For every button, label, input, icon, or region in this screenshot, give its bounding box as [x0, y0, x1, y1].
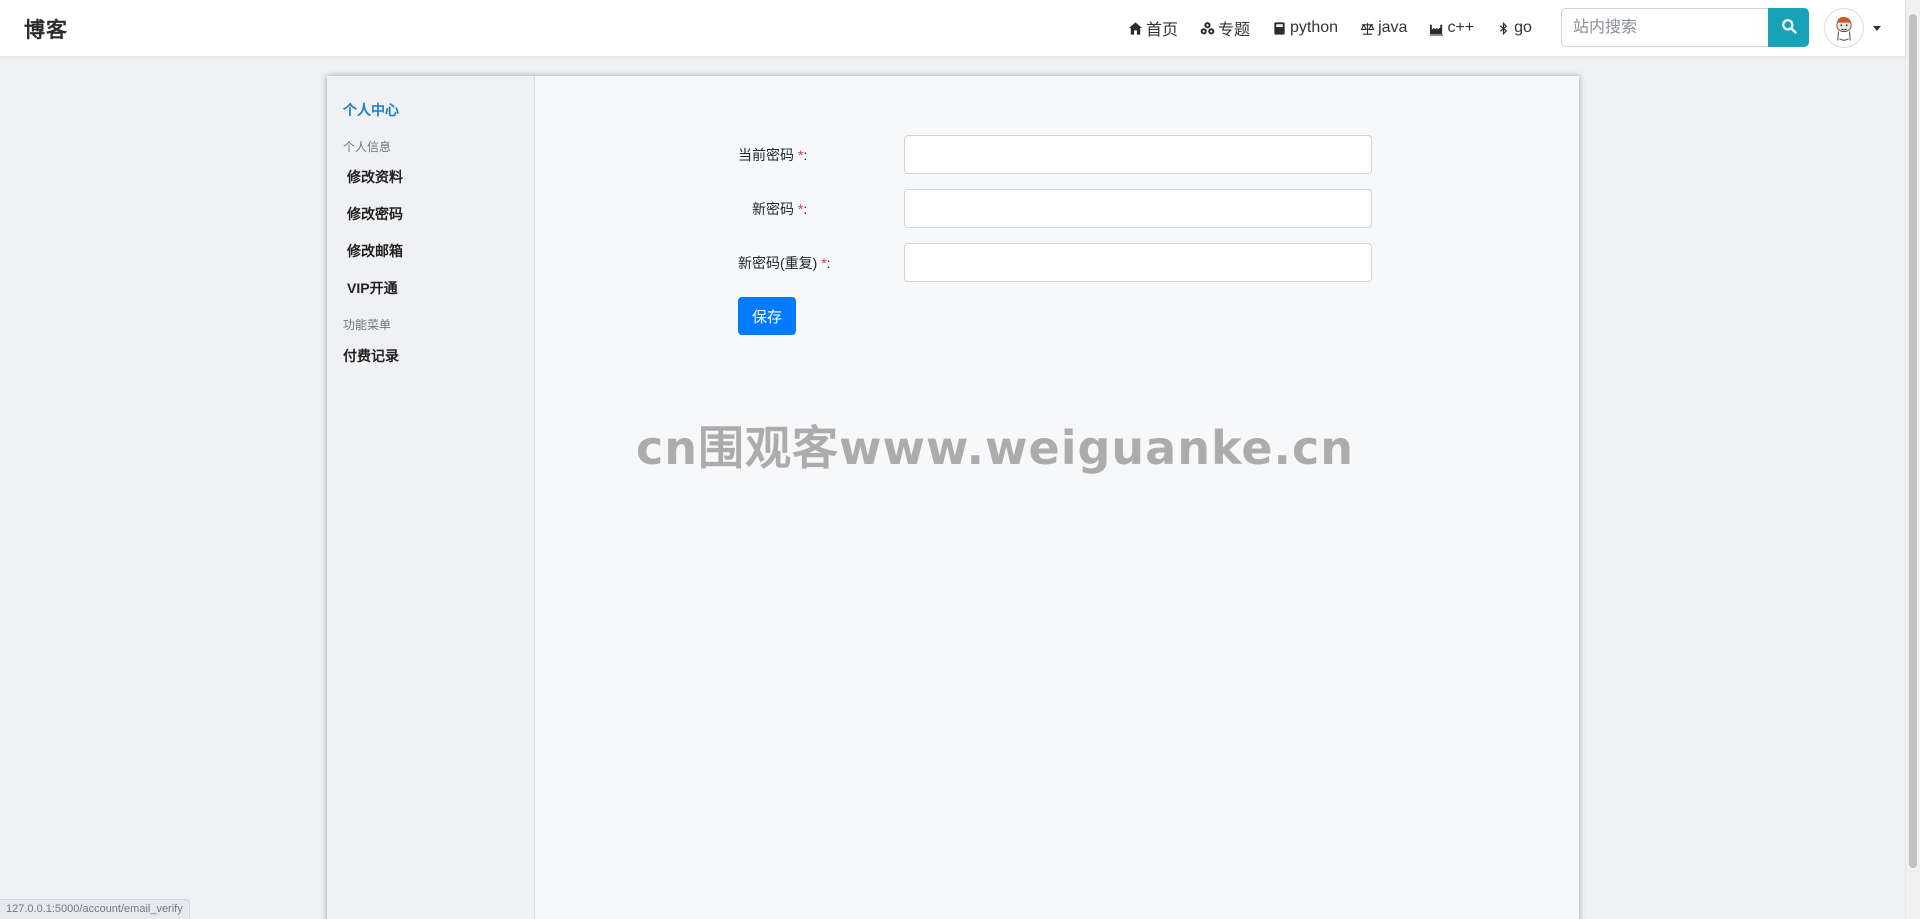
new-password-label: 新密码 *:: [752, 199, 807, 219]
scrollbar-thumb[interactable]: [1909, 14, 1917, 868]
label-text: 当前密码: [738, 147, 794, 163]
current-password-input[interactable]: [904, 135, 1372, 174]
label-colon: :: [803, 147, 808, 163]
avatar-image: [1836, 16, 1852, 41]
sidebar-item-change-password[interactable]: 修改密码: [347, 204, 403, 224]
nav-link-label: java: [1378, 19, 1408, 36]
nav-link-label: c++: [1447, 19, 1475, 36]
nav-link-label: 首页: [1146, 22, 1179, 39]
change-password-form: 当前密码 *: 新密码 *: 新密码(重复) *: 保存: [535, 76, 1579, 919]
nav-link-java[interactable]: java: [1360, 19, 1407, 37]
nav-link-label: python: [1290, 19, 1339, 36]
balance-scale-icon: [1360, 21, 1375, 36]
page-scrollbar[interactable]: [1905, 0, 1920, 919]
nav-link-label: 专题: [1218, 22, 1251, 39]
account-sidebar: 个人中心 个人信息 修改资料 修改密码 修改邮箱 VIP开通 功能菜单 付费记录: [327, 76, 535, 919]
label-colon: :: [826, 255, 831, 271]
home-icon: [1128, 21, 1143, 36]
search-input[interactable]: [1561, 8, 1768, 47]
book-icon: [1272, 21, 1287, 36]
form-row-new-password: 新密码 *:: [535, 189, 1579, 228]
search-form: [1561, 8, 1809, 47]
user-menu-toggle[interactable]: [1824, 8, 1881, 48]
search-icon: [1781, 18, 1797, 37]
nav-link-home[interactable]: 首页: [1128, 16, 1178, 40]
avatar: [1824, 8, 1864, 48]
nav-link-label: go: [1514, 19, 1532, 36]
sidebar-item-payment-records[interactable]: 付费记录: [343, 346, 399, 366]
watermark-text: cn围观客www.weiguanke.cn: [636, 421, 1355, 475]
brand-logo[interactable]: 博客: [24, 14, 68, 44]
sidebar-section-personal-info: 个人信息: [343, 140, 392, 154]
current-password-label: 当前密码 *:: [738, 145, 807, 165]
account-panel: 个人中心 个人信息 修改资料 修改密码 修改邮箱 VIP开通 功能菜单 付费记录…: [327, 76, 1579, 919]
sidebar-section-functions: 功能菜单: [343, 318, 392, 332]
confirm-password-input[interactable]: [904, 243, 1372, 282]
sidebar-item-vip[interactable]: VIP开通: [347, 278, 398, 298]
cubes-icon: [1200, 21, 1215, 36]
sidebar-item-edit-profile[interactable]: 修改资料: [347, 167, 403, 187]
confirm-password-label: 新密码(重复) *:: [738, 253, 831, 273]
new-password-input[interactable]: [904, 189, 1372, 228]
industry-icon: [1429, 21, 1444, 36]
browser-status-url: 127.0.0.1:5000/account/email_verify: [0, 899, 190, 919]
chevron-down-icon: [1873, 25, 1881, 31]
nav-link-topics[interactable]: 专题: [1200, 16, 1250, 40]
label-text: 新密码(重复): [738, 255, 818, 271]
label-text: 新密码: [752, 201, 794, 217]
bluetooth-icon: [1496, 21, 1511, 36]
label-colon: :: [803, 201, 808, 217]
top-navbar: 博客 首页 专题 python java c++ go 站内搜索: [0, 0, 1905, 56]
save-button[interactable]: 保存: [738, 297, 796, 335]
form-row-confirm-password: 新密码(重复) *:: [535, 243, 1579, 282]
nav-link-python[interactable]: python: [1272, 19, 1338, 37]
form-row-current-password: 当前密码 *:: [535, 135, 1579, 174]
nav-links: 首页 专题 python java c++ go: [1128, 16, 1554, 40]
nav-link-cpp[interactable]: c++: [1429, 19, 1474, 37]
sidebar-item-change-email[interactable]: 修改邮箱: [347, 241, 403, 261]
nav-link-go[interactable]: go: [1496, 19, 1532, 37]
search-button[interactable]: [1768, 8, 1809, 47]
sidebar-title-personal-center[interactable]: 个人中心: [343, 100, 399, 120]
